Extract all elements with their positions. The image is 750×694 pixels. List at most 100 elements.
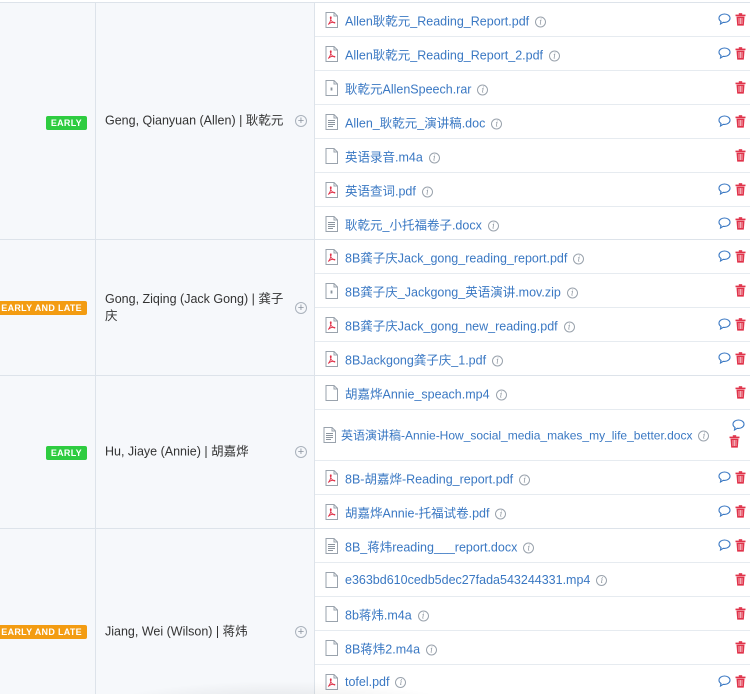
info-icon[interactable]: i	[495, 508, 507, 520]
info-icon[interactable]: i	[487, 220, 499, 232]
trash-icon[interactable]	[735, 385, 746, 399]
info-icon[interactable]: i	[426, 644, 438, 655]
file-name[interactable]: 胡嘉烨Annie-托福试卷.pdf	[345, 507, 489, 521]
file-name[interactable]: 8BJackgong龚子庆_1.pdf	[345, 354, 486, 368]
trash-icon[interactable]	[735, 217, 746, 230]
trash-icon[interactable]	[735, 572, 746, 586]
file-name[interactable]: e363bd610cedb5dec27fada543244331.mp4	[345, 573, 590, 587]
file-link[interactable]: 8B龚子庆Jack_gong_new_reading.pdf i	[345, 315, 575, 334]
comment-icon[interactable]	[718, 46, 731, 59]
comment-icon[interactable]	[718, 217, 731, 230]
info-icon[interactable]: i	[523, 542, 535, 553]
file-link[interactable]: 8b蒋炜.m4a i	[345, 604, 429, 623]
trash-icon[interactable]	[735, 606, 746, 620]
file-link[interactable]: 8B_蒋炜reading___report.docx i	[345, 536, 535, 555]
add-file-icon[interactable]: +	[295, 115, 307, 127]
info-icon[interactable]: i	[549, 50, 561, 61]
file-link[interactable]: 胡嘉烨Annie-托福试卷.pdf i	[345, 503, 507, 522]
file-link[interactable]: 8B龚子庆_Jackgong_英语演讲.mov.zip i	[345, 281, 578, 300]
file-name[interactable]: 耿乾元AllenSpeech.rar	[345, 82, 471, 96]
comment-icon[interactable]	[718, 317, 731, 330]
file-link[interactable]: 英语录音.m4a i	[345, 146, 440, 165]
file-name[interactable]: 耿乾元_小托福卷子.docx	[345, 219, 482, 233]
file-name[interactable]: 英语录音.m4a	[345, 150, 423, 164]
info-icon[interactable]: i	[535, 16, 547, 27]
file-link[interactable]: 8BJackgong龚子庆_1.pdf i	[345, 350, 504, 369]
info-icon[interactable]: i	[421, 186, 433, 197]
file-link[interactable]: 8B龚子庆Jack_gong_reading_report.pdf i	[345, 247, 585, 266]
comment-icon[interactable]	[718, 114, 731, 127]
trash-icon[interactable]	[735, 46, 746, 60]
comment-icon[interactable]	[718, 352, 731, 365]
file-name[interactable]: 8B龚子庆Jack_gong_reading_report.pdf	[345, 251, 567, 265]
file-name[interactable]: 英语查词.pdf	[345, 184, 416, 198]
blank-file-icon	[325, 605, 338, 622]
comment-icon[interactable]	[718, 249, 731, 262]
file-name[interactable]: 8B龚子庆_Jackgong_英语演讲.mov.zip	[345, 285, 561, 299]
add-file-icon[interactable]: +	[295, 446, 307, 458]
file-link[interactable]: 8B蒋炜2.m4a i	[345, 638, 438, 657]
info-icon[interactable]: i	[573, 253, 585, 264]
info-icon[interactable]: i	[492, 355, 504, 367]
info-icon[interactable]: i	[491, 118, 503, 129]
file-name[interactable]: 胡嘉烨Annie_speach.mp4	[345, 387, 490, 401]
trash-icon[interactable]	[735, 283, 746, 297]
file-link[interactable]: 英语演讲稿-Annie-How_social_media_makes_my_li…	[341, 427, 710, 444]
trash-icon[interactable]	[735, 80, 746, 94]
comment-icon[interactable]	[718, 470, 731, 483]
file-name[interactable]: Allen耿乾元_Reading_Report_2.pdf	[345, 48, 543, 62]
file-link[interactable]: 耿乾元AllenSpeech.rar i	[345, 78, 489, 97]
add-file-icon[interactable]: +	[295, 301, 307, 314]
trash-icon[interactable]	[735, 538, 746, 552]
trash-icon[interactable]	[735, 249, 746, 263]
file-link[interactable]: tofel.pdf i	[345, 675, 407, 689]
trash-icon[interactable]	[735, 12, 746, 26]
info-icon[interactable]: i	[566, 287, 578, 298]
trash-icon[interactable]	[735, 505, 746, 518]
file-name[interactable]: 英语演讲稿-Annie-How_social_media_makes_my_li…	[341, 429, 692, 443]
trash-icon[interactable]	[735, 114, 746, 128]
info-icon[interactable]: i	[698, 430, 710, 442]
file-link[interactable]: 英语查词.pdf i	[345, 180, 433, 199]
comment-icon[interactable]	[732, 419, 745, 432]
comment-icon[interactable]	[718, 12, 731, 25]
file-link[interactable]: 耿乾元_小托福卷子.docx i	[345, 215, 499, 234]
file-name[interactable]: tofel.pdf	[345, 675, 389, 689]
file-link[interactable]: Allen耿乾元_Reading_Report_2.pdf i	[345, 44, 561, 63]
comment-icon[interactable]	[718, 182, 731, 195]
file-name[interactable]: 8b蒋炜.m4a	[345, 608, 412, 622]
file-name[interactable]: 8B龚子庆Jack_gong_new_reading.pdf	[345, 319, 558, 333]
trash-icon[interactable]	[735, 470, 746, 484]
info-icon[interactable]: i	[495, 389, 507, 400]
file-name[interactable]: 8B蒋炜2.m4a	[345, 642, 420, 656]
comment-icon[interactable]	[718, 675, 731, 688]
info-icon[interactable]: i	[519, 474, 531, 485]
comment-icon[interactable]	[718, 505, 731, 518]
trash-icon[interactable]	[735, 352, 746, 365]
info-icon[interactable]: i	[395, 677, 407, 688]
file-name[interactable]: Allen耿乾元_Reading_Report.pdf	[345, 14, 529, 28]
file-link[interactable]: 胡嘉烨Annie_speach.mp4 i	[345, 383, 507, 402]
file-link[interactable]: e363bd610cedb5dec27fada543244331.mp4 i	[345, 573, 608, 587]
info-icon[interactable]: i	[563, 321, 575, 332]
file-name[interactable]: 8B-胡嘉烨-Reading_report.pdf	[345, 472, 513, 486]
info-icon[interactable]: i	[428, 152, 440, 163]
info-icon[interactable]: i	[477, 84, 489, 95]
file-link[interactable]: Allen_耿乾元_演讲稿.doc i	[345, 112, 503, 131]
trash-icon[interactable]	[729, 435, 740, 448]
file-link[interactable]: 8B-胡嘉烨-Reading_report.pdf i	[345, 468, 531, 487]
info-icon[interactable]: i	[596, 574, 608, 586]
info-icon[interactable]: i	[417, 610, 429, 621]
trash-icon[interactable]	[735, 148, 746, 162]
file-link[interactable]: Allen耿乾元_Reading_Report.pdf i	[345, 10, 547, 29]
trash-icon[interactable]	[735, 640, 746, 654]
file-name[interactable]: 8B_蒋炜reading___report.docx	[345, 540, 517, 554]
trash-icon[interactable]	[735, 675, 746, 688]
files-cell: 8B龚子庆Jack_gong_reading_report.pdf i 8B龚子庆_…	[315, 240, 750, 375]
doc-file-icon	[325, 216, 338, 232]
trash-icon[interactable]	[735, 182, 746, 196]
add-file-icon[interactable]: +	[295, 626, 307, 638]
file-name[interactable]: Allen_耿乾元_演讲稿.doc	[345, 116, 485, 130]
trash-icon[interactable]	[735, 317, 746, 331]
comment-icon[interactable]	[718, 538, 731, 551]
